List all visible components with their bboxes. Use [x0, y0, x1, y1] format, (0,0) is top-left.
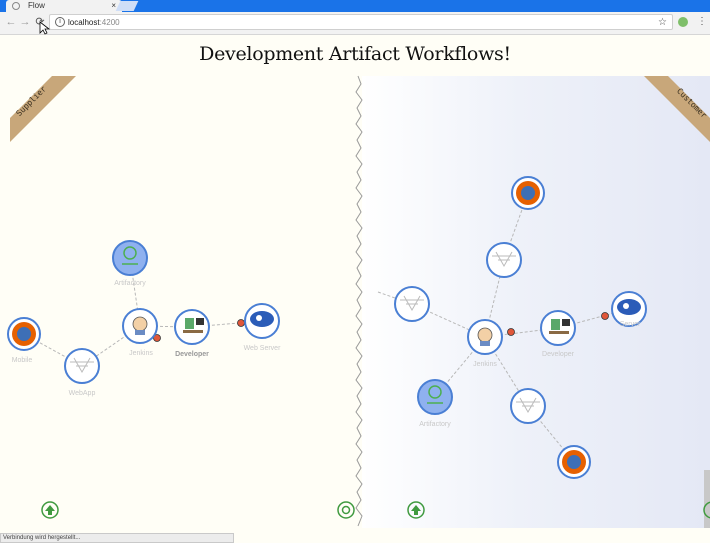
node-customer-webapp-bottom[interactable]: [511, 389, 545, 423]
node-label: Jenkins: [129, 350, 153, 357]
web-server-icon: [617, 299, 641, 315]
node-customer-jenkins[interactable]: Jenkins: [468, 320, 502, 368]
node-customer-webapp-left[interactable]: [395, 287, 429, 321]
supplier-banner: Supplier: [10, 76, 76, 142]
node-webapp[interactable]: WebApp: [65, 349, 99, 397]
node-label: Artifactory: [419, 421, 451, 428]
lifebuoy-icon[interactable]: [704, 502, 710, 518]
node-label: Server: [620, 321, 641, 328]
web-server-icon: [250, 311, 274, 327]
workflow-canvas: Supplier Customer Artifactory: [0, 0, 710, 543]
node-label: Mobile: [12, 357, 33, 364]
jenkins-icon: [478, 328, 492, 346]
node-label: Developer: [175, 351, 209, 358]
connector-dot: [238, 320, 245, 327]
panel-divider: [356, 76, 362, 526]
customer-banner: Customer: [644, 76, 710, 142]
status-bar: Verbindung wird hergestellt...: [0, 533, 234, 543]
connector-dot: [602, 313, 609, 320]
node-label: Jenkins: [473, 361, 497, 368]
firefox-icon: [12, 322, 36, 346]
upload-icon[interactable]: [408, 502, 424, 518]
node-label: Artifactory: [114, 280, 146, 287]
node-developer[interactable]: Developer: [175, 310, 209, 358]
node-customer-mobile-bottom[interactable]: [558, 446, 590, 478]
node-customer-artifactory[interactable]: Artifactory: [418, 380, 452, 428]
node-label: Web Server: [244, 345, 281, 352]
node-customer-mobile[interactable]: [512, 177, 544, 209]
firefox-icon: [562, 450, 586, 474]
jenkins-icon: [133, 317, 147, 335]
node-web-server[interactable]: Web Server: [244, 304, 281, 352]
upload-icon[interactable]: [42, 502, 58, 518]
node-label: WebApp: [69, 390, 96, 397]
node-customer-webapp-top[interactable]: [487, 243, 521, 277]
node-jenkins[interactable]: Jenkins: [123, 309, 157, 357]
lifebuoy-icon[interactable]: [338, 502, 354, 518]
firefox-icon: [516, 181, 540, 205]
node-label: Developer: [542, 351, 575, 358]
connector-dot: [508, 329, 515, 336]
customer-edges: [378, 193, 629, 462]
mouse-cursor-icon: [40, 22, 49, 34]
node-mobile[interactable]: Mobile: [8, 318, 40, 364]
node-customer-server[interactable]: Server: [612, 292, 646, 328]
node-artifactory[interactable]: Artifactory: [113, 241, 147, 287]
node-customer-developer[interactable]: Developer: [541, 311, 575, 358]
